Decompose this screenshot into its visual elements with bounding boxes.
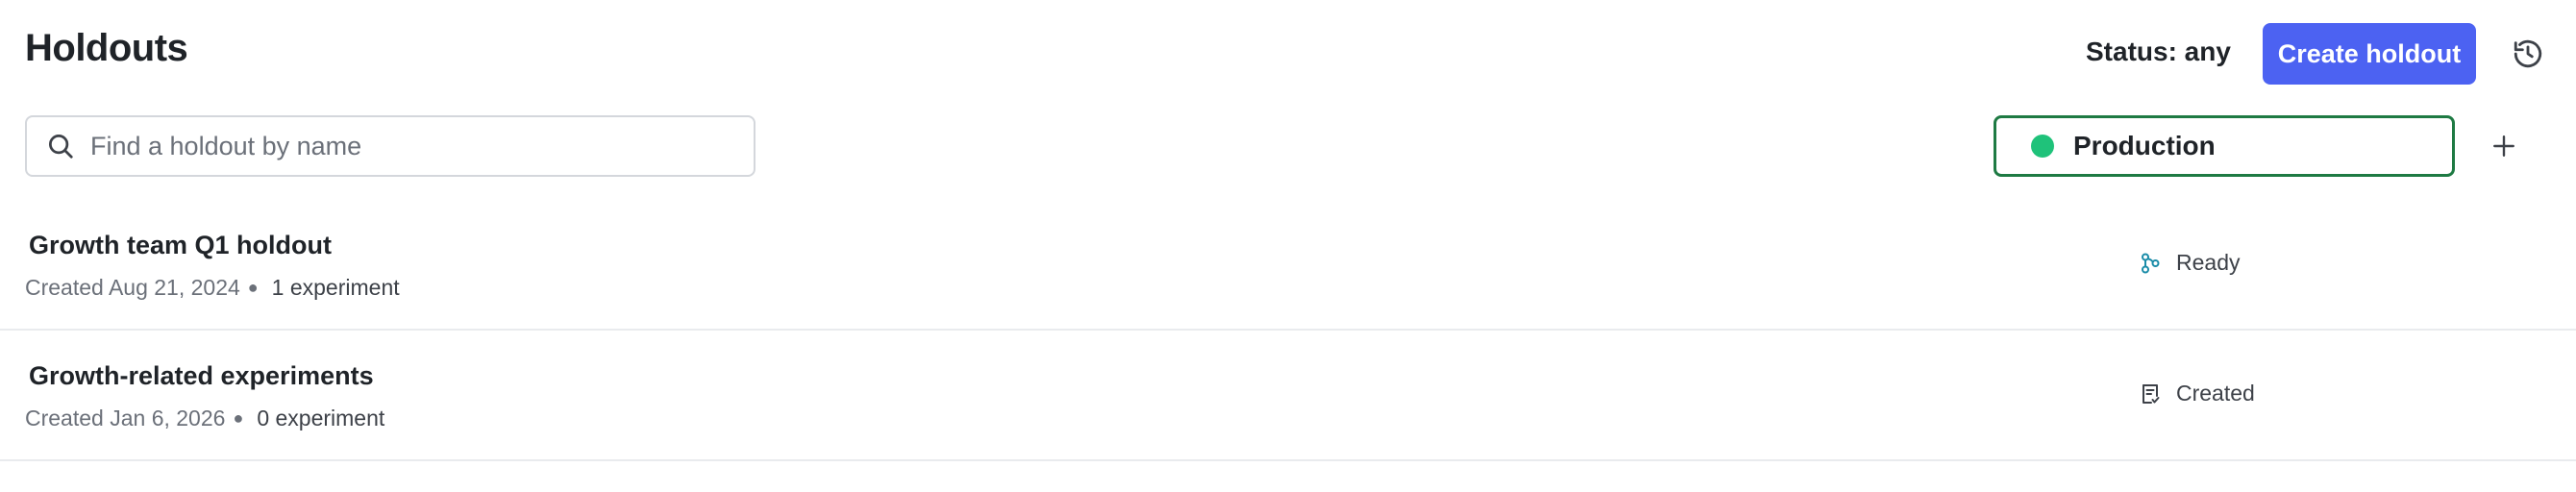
holdout-experiment-count: 1 experiment <box>271 275 400 300</box>
holdout-row[interactable]: Growth team Q1 holdout Created Aug 21, 2… <box>0 200 2576 331</box>
environment-selector[interactable]: Production <box>1994 115 2455 177</box>
holdout-status: Ready <box>2138 250 2240 276</box>
environment-label: Production <box>2073 131 2216 160</box>
holdout-meta: Created Aug 21, 2024 ● 1 experiment <box>25 275 400 301</box>
holdout-status-label: Ready <box>2176 250 2241 275</box>
search-input[interactable] <box>90 131 744 161</box>
holdout-row[interactable]: Growth-related experiments Created Jan 6… <box>0 331 2576 461</box>
holdout-meta: Created Jan 6, 2026 ● 0 experiment <box>25 406 384 431</box>
holdouts-page: Holdouts Status: any Create holdout Prod… <box>0 0 2576 492</box>
holdout-status-label: Created <box>2176 381 2255 406</box>
separator-bullet: ● <box>247 278 259 297</box>
ready-icon <box>2138 251 2163 276</box>
holdout-status: Created <box>2138 381 2255 406</box>
holdout-name[interactable]: Growth team Q1 holdout <box>29 231 332 260</box>
search-icon <box>44 130 77 162</box>
status-filter[interactable]: Status: any <box>2086 37 2231 67</box>
add-environment-button[interactable] <box>2485 127 2523 165</box>
separator-bullet: ● <box>233 408 244 428</box>
plus-icon <box>2493 135 2514 157</box>
create-holdout-button[interactable]: Create holdout <box>2263 23 2476 85</box>
environment-status-dot <box>2031 135 2054 158</box>
holdout-experiment-count: 0 experiment <box>257 406 385 430</box>
holdout-created-date: Created Jan 6, 2026 <box>25 406 226 430</box>
history-icon[interactable] <box>2509 35 2547 73</box>
holdout-created-date: Created Aug 21, 2024 <box>25 275 240 300</box>
search-field[interactable] <box>25 115 755 177</box>
page-title: Holdouts <box>25 27 188 69</box>
holdout-name[interactable]: Growth-related experiments <box>29 361 374 391</box>
created-icon <box>2138 381 2163 406</box>
